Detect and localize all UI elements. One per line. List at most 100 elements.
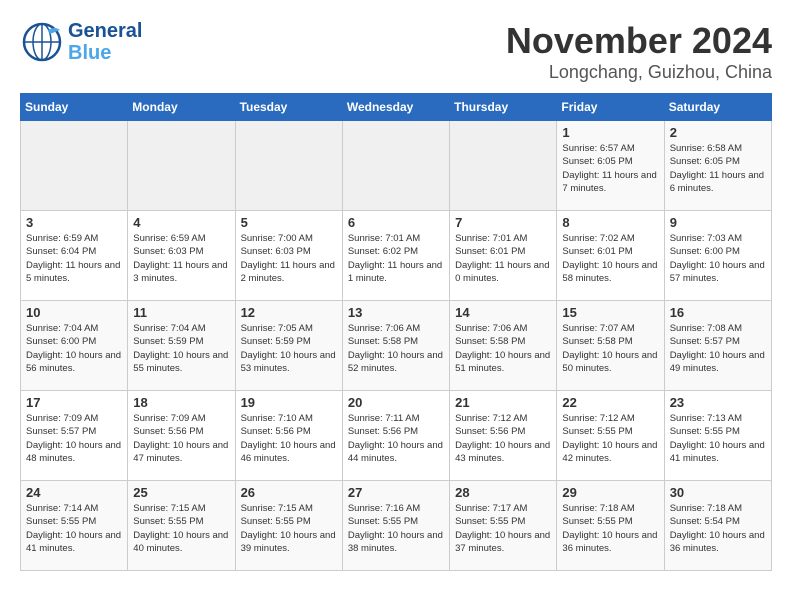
day-number: 19	[241, 395, 337, 410]
calendar-cell: 27 Sunrise: 7:16 AM Sunset: 5:55 PM Dayli…	[342, 481, 449, 571]
calendar-cell: 15 Sunrise: 7:07 AM Sunset: 5:58 PM Dayli…	[557, 301, 664, 391]
calendar-cell	[128, 121, 235, 211]
weekday-header-row: SundayMondayTuesdayWednesdayThursdayFrid…	[21, 94, 772, 121]
day-number: 12	[241, 305, 337, 320]
calendar-cell	[450, 121, 557, 211]
day-number: 22	[562, 395, 658, 410]
weekday-header: Wednesday	[342, 94, 449, 121]
calendar-cell: 26Sunrise: 7:15 AM Sunset: 5:55 PM Dayli…	[235, 481, 342, 571]
calendar-cell: 28Sunrise: 7:17 AM Sunset: 5:55 PM Dayli…	[450, 481, 557, 571]
day-number: 13	[348, 305, 444, 320]
day-number: 27	[348, 485, 444, 500]
calendar-cell: 16Sunrise: 7:08 AM Sunset: 5:57 PM Dayli…	[664, 301, 771, 391]
cell-info: Sunrise: 7:06 AM Sunset: 5:58 PM Dayligh…	[455, 322, 551, 375]
day-number: 9	[670, 215, 766, 230]
calendar-cell: 25 Sunrise: 7:15 AM Sunset: 5:55 PM Dayli…	[128, 481, 235, 571]
day-number: 3	[26, 215, 122, 230]
day-number: 29	[562, 485, 658, 500]
calendar-cell: 12 Sunrise: 7:05 AM Sunset: 5:59 PM Dayli…	[235, 301, 342, 391]
logo-text-line1: General	[68, 20, 142, 42]
calendar-cell: 18Sunrise: 7:09 AM Sunset: 5:56 PM Dayli…	[128, 391, 235, 481]
cell-info: Sunrise: 7:15 AM Sunset: 5:55 PM Dayligh…	[241, 502, 337, 555]
day-number: 2	[670, 125, 766, 140]
calendar-cell: 14 Sunrise: 7:06 AM Sunset: 5:58 PM Dayli…	[450, 301, 557, 391]
calendar-cell	[342, 121, 449, 211]
cell-info: Sunrise: 7:12 AM Sunset: 5:56 PM Dayligh…	[455, 412, 551, 465]
calendar-cell: 30Sunrise: 7:18 AM Sunset: 5:54 PM Dayli…	[664, 481, 771, 571]
calendar-cell: 5 Sunrise: 7:00 AM Sunset: 6:03 PM Daylig…	[235, 211, 342, 301]
cell-info: Sunrise: 7:07 AM Sunset: 5:58 PM Dayligh…	[562, 322, 658, 375]
cell-info: Sunrise: 7:12 AM Sunset: 5:55 PM Dayligh…	[562, 412, 658, 465]
cell-info: Sunrise: 7:06 AM Sunset: 5:58 PM Dayligh…	[348, 322, 444, 375]
day-number: 8	[562, 215, 658, 230]
calendar-cell: 6 Sunrise: 7:01 AM Sunset: 6:02 PM Daylig…	[342, 211, 449, 301]
weekday-header: Thursday	[450, 94, 557, 121]
day-number: 23	[670, 395, 766, 410]
cell-info: Sunrise: 7:16 AM Sunset: 5:55 PM Dayligh…	[348, 502, 444, 555]
calendar-table: SundayMondayTuesdayWednesdayThursdayFrid…	[20, 93, 772, 571]
day-number: 14	[455, 305, 551, 320]
cell-info: Sunrise: 7:14 AM Sunset: 5:55 PM Dayligh…	[26, 502, 122, 555]
cell-info: Sunrise: 6:59 AM Sunset: 6:04 PM Dayligh…	[26, 232, 122, 285]
cell-info: Sunrise: 7:01 AM Sunset: 6:02 PM Dayligh…	[348, 232, 444, 285]
cell-info: Sunrise: 7:15 AM Sunset: 5:55 PM Dayligh…	[133, 502, 229, 555]
day-number: 20	[348, 395, 444, 410]
cell-info: Sunrise: 7:10 AM Sunset: 5:56 PM Dayligh…	[241, 412, 337, 465]
month-title: November 2024	[506, 20, 772, 62]
weekday-header: Sunday	[21, 94, 128, 121]
cell-info: Sunrise: 7:13 AM Sunset: 5:55 PM Dayligh…	[670, 412, 766, 465]
calendar-cell: 23 Sunrise: 7:13 AM Sunset: 5:55 PM Dayli…	[664, 391, 771, 481]
day-number: 11	[133, 305, 229, 320]
cell-info: Sunrise: 6:57 AM Sunset: 6:05 PM Dayligh…	[562, 142, 658, 195]
day-number: 25	[133, 485, 229, 500]
weekday-header: Saturday	[664, 94, 771, 121]
day-number: 7	[455, 215, 551, 230]
calendar-week-row: 24Sunrise: 7:14 AM Sunset: 5:55 PM Dayli…	[21, 481, 772, 571]
cell-info: Sunrise: 7:00 AM Sunset: 6:03 PM Dayligh…	[241, 232, 337, 285]
cell-info: Sunrise: 7:05 AM Sunset: 5:59 PM Dayligh…	[241, 322, 337, 375]
calendar-cell: 20 Sunrise: 7:11 AM Sunset: 5:56 PM Dayli…	[342, 391, 449, 481]
weekday-header: Tuesday	[235, 94, 342, 121]
cell-info: Sunrise: 7:04 AM Sunset: 5:59 PM Dayligh…	[133, 322, 229, 375]
calendar-cell	[235, 121, 342, 211]
cell-info: Sunrise: 7:04 AM Sunset: 6:00 PM Dayligh…	[26, 322, 122, 375]
calendar-cell: 8 Sunrise: 7:02 AM Sunset: 6:01 PM Daylig…	[557, 211, 664, 301]
day-number: 1	[562, 125, 658, 140]
calendar-week-row: 1 Sunrise: 6:57 AM Sunset: 6:05 PM Daylig…	[21, 121, 772, 211]
calendar-week-row: 10Sunrise: 7:04 AM Sunset: 6:00 PM Dayli…	[21, 301, 772, 391]
cell-info: Sunrise: 7:18 AM Sunset: 5:55 PM Dayligh…	[562, 502, 658, 555]
cell-info: Sunrise: 7:03 AM Sunset: 6:00 PM Dayligh…	[670, 232, 766, 285]
logo: General Blue	[20, 20, 142, 64]
day-number: 16	[670, 305, 766, 320]
day-number: 15	[562, 305, 658, 320]
day-number: 5	[241, 215, 337, 230]
day-number: 21	[455, 395, 551, 410]
calendar-cell: 2 Sunrise: 6:58 AM Sunset: 6:05 PM Daylig…	[664, 121, 771, 211]
cell-info: Sunrise: 6:58 AM Sunset: 6:05 PM Dayligh…	[670, 142, 766, 195]
calendar-cell: 19 Sunrise: 7:10 AM Sunset: 5:56 PM Dayli…	[235, 391, 342, 481]
weekday-header: Monday	[128, 94, 235, 121]
cell-info: Sunrise: 7:09 AM Sunset: 5:57 PM Dayligh…	[26, 412, 122, 465]
calendar-cell: 4 Sunrise: 6:59 AM Sunset: 6:03 PM Daylig…	[128, 211, 235, 301]
cell-info: Sunrise: 6:59 AM Sunset: 6:03 PM Dayligh…	[133, 232, 229, 285]
calendar-week-row: 3 Sunrise: 6:59 AM Sunset: 6:04 PM Daylig…	[21, 211, 772, 301]
day-number: 17	[26, 395, 122, 410]
page-header: General Blue November 2024 Longchang, Gu…	[20, 20, 772, 83]
location: Longchang, Guizhou, China	[506, 62, 772, 83]
cell-info: Sunrise: 7:09 AM Sunset: 5:56 PM Dayligh…	[133, 412, 229, 465]
calendar-cell: 3 Sunrise: 6:59 AM Sunset: 6:04 PM Daylig…	[21, 211, 128, 301]
day-number: 28	[455, 485, 551, 500]
calendar-cell: 7 Sunrise: 7:01 AM Sunset: 6:01 PM Daylig…	[450, 211, 557, 301]
calendar-cell: 21 Sunrise: 7:12 AM Sunset: 5:56 PM Dayli…	[450, 391, 557, 481]
calendar-cell: 10Sunrise: 7:04 AM Sunset: 6:00 PM Dayli…	[21, 301, 128, 391]
cell-info: Sunrise: 7:11 AM Sunset: 5:56 PM Dayligh…	[348, 412, 444, 465]
title-block: November 2024 Longchang, Guizhou, China	[506, 20, 772, 83]
day-number: 4	[133, 215, 229, 230]
cell-info: Sunrise: 7:02 AM Sunset: 6:01 PM Dayligh…	[562, 232, 658, 285]
calendar-cell: 9 Sunrise: 7:03 AM Sunset: 6:00 PM Daylig…	[664, 211, 771, 301]
cell-info: Sunrise: 7:01 AM Sunset: 6:01 PM Dayligh…	[455, 232, 551, 285]
logo-icon	[20, 20, 64, 64]
calendar-cell	[21, 121, 128, 211]
calendar-cell: 29 Sunrise: 7:18 AM Sunset: 5:55 PM Dayli…	[557, 481, 664, 571]
day-number: 6	[348, 215, 444, 230]
